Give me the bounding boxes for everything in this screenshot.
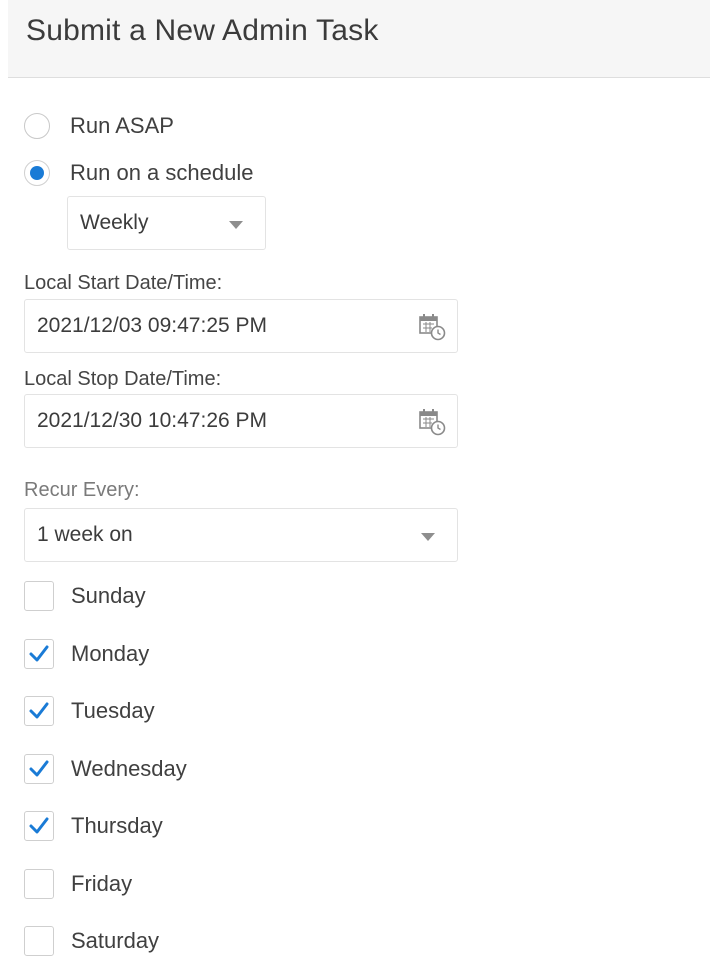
dialog-header: Submit a New Admin Task bbox=[8, 0, 710, 78]
saturday-label: Saturday bbox=[71, 928, 160, 953]
checkmark-icon bbox=[29, 817, 49, 834]
monday-label: Monday bbox=[71, 641, 150, 666]
thursday-label: Thursday bbox=[71, 813, 163, 838]
run-asap-label: Run ASAP bbox=[70, 113, 174, 138]
sunday-label: Sunday bbox=[71, 583, 146, 608]
checkmark-icon bbox=[29, 760, 49, 777]
calendar-clock-icon[interactable] bbox=[417, 312, 447, 342]
saturday-checkbox[interactable] bbox=[24, 926, 54, 956]
recur-every-select[interactable]: 1 week on bbox=[24, 508, 458, 562]
start-datetime-field[interactable]: 2021/12/03 09:47:25 PM bbox=[24, 299, 458, 353]
day-option-sunday[interactable]: Sunday bbox=[24, 580, 146, 612]
frequency-select[interactable]: Weekly bbox=[67, 196, 266, 250]
monday-checkbox[interactable] bbox=[24, 639, 54, 669]
thursday-checkbox[interactable] bbox=[24, 811, 54, 841]
chevron-down-icon bbox=[421, 533, 435, 541]
frequency-value: Weekly bbox=[80, 211, 149, 234]
friday-checkbox[interactable] bbox=[24, 869, 54, 899]
sunday-checkbox[interactable] bbox=[24, 581, 54, 611]
recur-every-value: 1 week on bbox=[37, 523, 133, 546]
run-on-schedule-radio[interactable] bbox=[24, 160, 50, 186]
calendar-clock-icon[interactable] bbox=[417, 407, 447, 437]
stop-datetime-label: Local Stop Date/Time: bbox=[24, 368, 222, 390]
friday-label: Friday bbox=[71, 871, 133, 896]
start-datetime-value: 2021/12/03 09:47:25 PM bbox=[37, 314, 268, 337]
chevron-down-icon bbox=[229, 221, 243, 229]
day-option-wednesday[interactable]: Wednesday bbox=[24, 753, 187, 785]
run-asap-option[interactable]: Run ASAP bbox=[24, 111, 174, 141]
tuesday-label: Tuesday bbox=[71, 698, 155, 723]
checkmark-icon bbox=[29, 702, 49, 719]
day-option-friday[interactable]: Friday bbox=[24, 868, 132, 900]
day-option-monday[interactable]: Monday bbox=[24, 638, 149, 670]
day-option-saturday[interactable]: Saturday bbox=[24, 925, 159, 957]
day-option-thursday[interactable]: Thursday bbox=[24, 810, 163, 842]
page-title: Submit a New Admin Task bbox=[26, 14, 379, 47]
run-asap-radio[interactable] bbox=[24, 113, 50, 139]
stop-datetime-value: 2021/12/30 10:47:26 PM bbox=[37, 409, 268, 432]
wednesday-checkbox[interactable] bbox=[24, 754, 54, 784]
start-datetime-label: Local Start Date/Time: bbox=[24, 272, 223, 294]
run-on-schedule-option[interactable]: Run on a schedule bbox=[24, 158, 253, 188]
day-option-tuesday[interactable]: Tuesday bbox=[24, 695, 155, 727]
stop-datetime-field[interactable]: 2021/12/30 10:47:26 PM bbox=[24, 394, 458, 448]
tuesday-checkbox[interactable] bbox=[24, 696, 54, 726]
wednesday-label: Wednesday bbox=[71, 756, 187, 781]
recur-every-label: Recur Every: bbox=[24, 479, 140, 501]
run-on-schedule-label: Run on a schedule bbox=[70, 160, 254, 185]
checkmark-icon bbox=[29, 645, 49, 662]
